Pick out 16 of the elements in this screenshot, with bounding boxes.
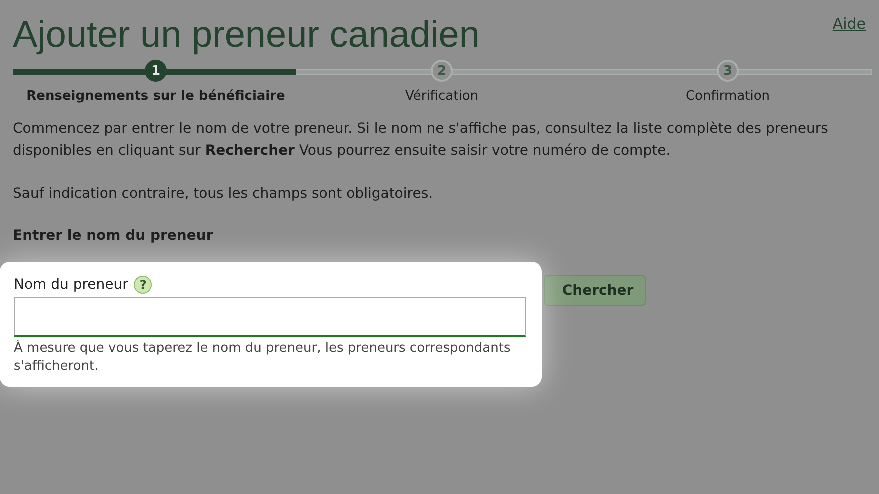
intro-text: Commencez par entrer le nom de votre preneur. Si le nom ne s'affiche pas, consultez la liste complète des preneurs disponibles en cliquant sur Rechercher Vous pourrez ensuite saisir votre numéro de compte.	[13, 120, 830, 161]
page-title: Ajouter un preneur canadien	[13, 13, 480, 57]
step-number: 2	[431, 60, 453, 82]
step-label: Renseignements sur le bénéficiaire	[26, 89, 286, 104]
field-label: Nom du preneur	[14, 277, 128, 293]
step-label: Confirmation	[686, 89, 770, 104]
help-icon[interactable]: ?	[134, 276, 152, 294]
section-heading: Entrer le nom du preneur	[13, 227, 214, 246]
field-hint: À mesure que vous taperez le nom du preneur, les preneurs correspondants s'afficheront.	[14, 340, 512, 376]
required-note: Sauf indication contraire, tous les champs sont obligatoires.	[13, 185, 434, 204]
payee-name-field[interactable]	[14, 297, 526, 337]
step-label: Vérification	[405, 89, 479, 104]
step-number: 1	[145, 60, 167, 82]
step-number: 3	[717, 60, 739, 82]
search-button[interactable]: Chercher	[544, 275, 646, 306]
help-link[interactable]: Aide	[832, 15, 866, 33]
